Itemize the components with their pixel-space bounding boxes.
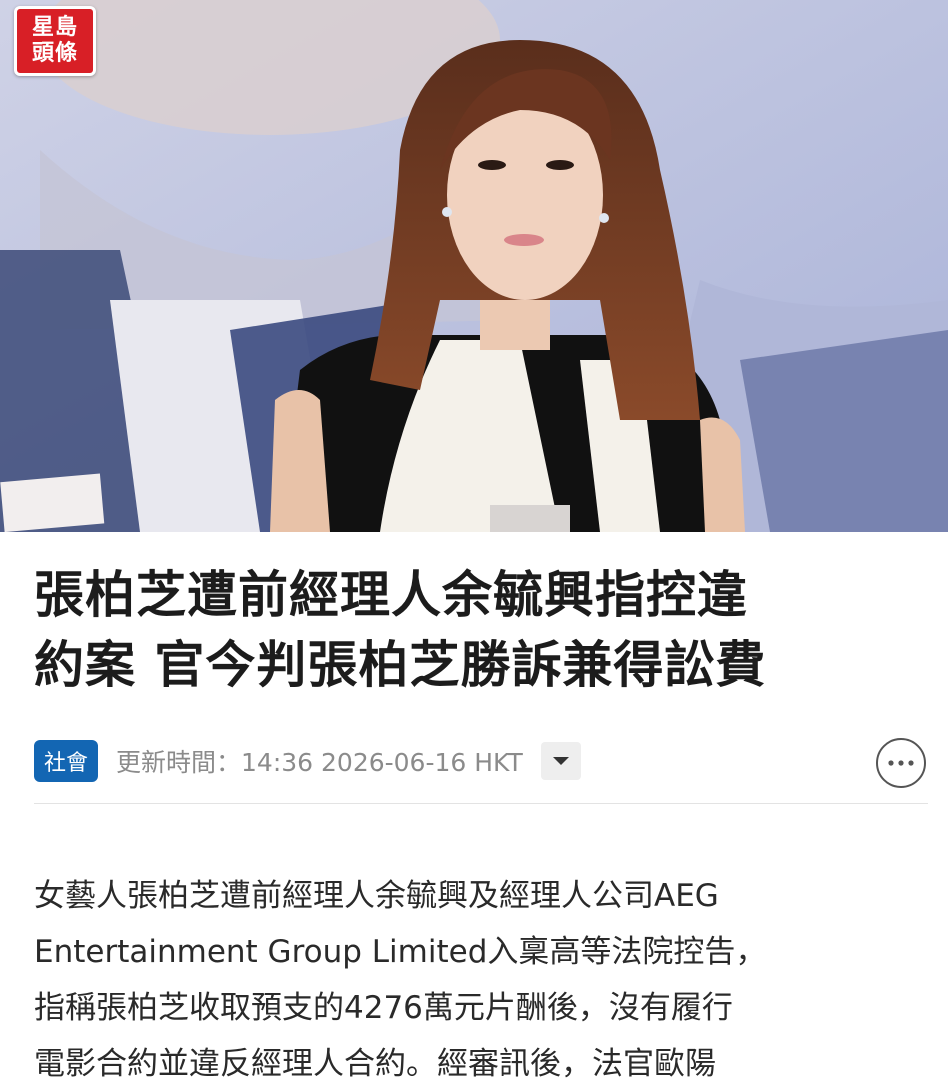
headline-line: 約案 官今判張柏芝勝訴兼得訟費 (34, 636, 767, 694)
body-line: 指稱張柏芝收取預支的4276萬元片酬後，沒有履行 (34, 990, 733, 1026)
article-meta: 社會 更新時間：14:36 2026-06-16 HKT (34, 738, 928, 788)
updated-timestamp: 更新時間：14:36 2026-06-16 HKT (116, 748, 523, 777)
hero-illustration (0, 0, 948, 532)
body-line: 女藝人張柏芝遭前經理人余毓興及經理人公司AEG (34, 878, 719, 914)
hero-photo: 星島 頭條 (0, 0, 948, 532)
body-line: 電影合約並違反經理人合約。經審訊後，法官歐陽 (34, 1046, 716, 1082)
article-headline: 張柏芝遭前經理人余毓興指控違 約案 官今判張柏芝勝訴兼得訟費 (34, 560, 924, 700)
brand-logo: 星島 頭條 (14, 6, 96, 76)
body-line: Entertainment Group Limited入稟高等法院控告， (34, 934, 767, 970)
more-options-icon (888, 760, 914, 766)
category-tag[interactable]: 社會 (34, 740, 99, 782)
chevron-down-icon (552, 757, 569, 765)
more-options-button[interactable] (876, 738, 926, 788)
article-body: 女藝人張柏芝遭前經理人余毓興及經理人公司AEG Entertainment Gr… (34, 868, 924, 1092)
divider (34, 803, 928, 804)
logo-text-line2: 頭條 (31, 41, 78, 66)
expand-dropdown-button[interactable] (540, 742, 581, 780)
logo-text-line1: 星島 (31, 15, 78, 40)
headline-line: 張柏芝遭前經理人余毓興指控違 (34, 566, 748, 624)
